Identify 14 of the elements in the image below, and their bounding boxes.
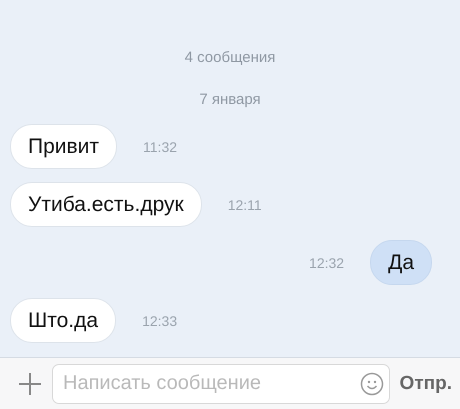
smiley-icon[interactable] [360,372,384,396]
message-time: 12:32 [309,254,344,270]
message-count: 4 сообщения [184,48,276,68]
message-bubble: Привит [10,124,118,169]
date-label: 7 января [198,90,262,110]
send-button[interactable]: Отпр. [400,372,452,394]
message-bubble: Да [370,240,432,285]
message-time: 12:11 [228,196,262,212]
message-bubble: Што.да [10,298,116,343]
message-time: 12:33 [142,312,178,328]
message-bubble: Утиба.есть.друк [10,182,202,227]
add-icon[interactable] [18,372,42,396]
message-time: 11:32 [143,138,178,154]
message-input[interactable]: Написать сообщение [52,364,390,404]
